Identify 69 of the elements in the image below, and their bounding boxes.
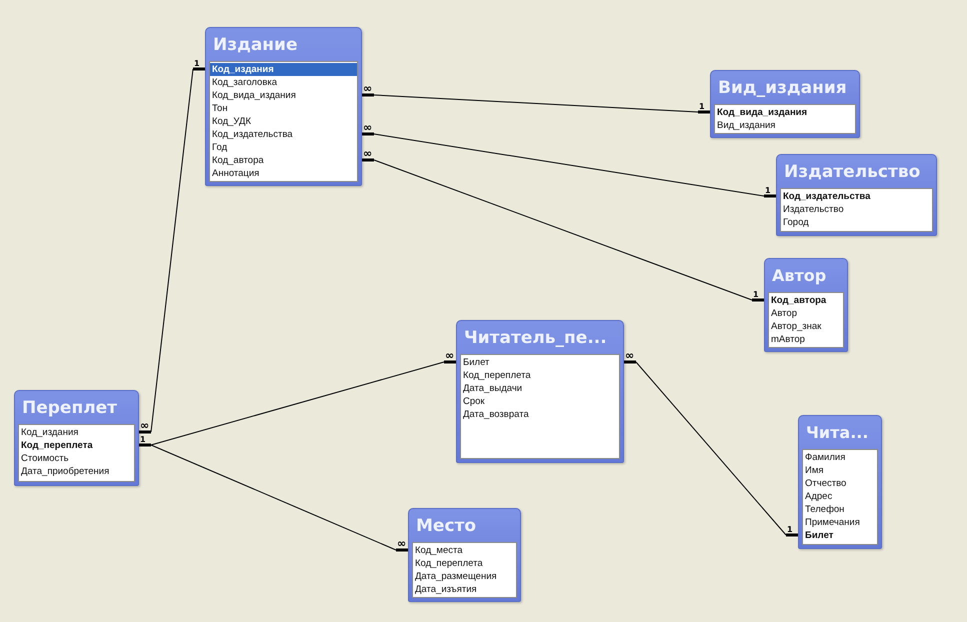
field-item[interactable]: Дата_размещения [413,570,516,583]
field-item[interactable]: Фамилия [803,451,877,464]
table-title: Вид_издания [717,76,848,100]
field-item[interactable]: Телефон [803,503,877,516]
table-window[interactable]: Место Код_места Код_переплета Дата_размещения Дата_изъятия [408,508,521,602]
table-title: Читатель_пе... [463,326,608,350]
field-item[interactable]: Автор_знак [769,320,843,333]
cardinality-label: 1 [787,525,793,534]
field-item[interactable]: Билет [803,529,877,542]
field-item[interactable]: Код_издания [210,63,357,76]
field-item[interactable]: Код_вида_издания [210,89,357,102]
cardinality-label: ∞ [625,349,634,362]
table-title: Место [415,514,478,538]
field-item[interactable]: Код_автора [210,154,357,167]
cardinality-label: 1 [699,102,705,111]
cardinality-label: ∞ [363,82,372,95]
field-item[interactable]: Тон [210,102,357,115]
field-item[interactable]: Дата_приобретения [19,465,134,478]
field-item[interactable]: Билет [461,356,619,369]
field-item[interactable]: Автор [769,307,843,320]
field-item[interactable]: Имя [803,464,877,477]
cardinality-label: 1 [140,435,146,444]
cardinality-label: ∞ [397,537,406,550]
field-item[interactable]: Код_места [413,544,516,557]
table-window[interactable]: Издательство Код_издательства Издательство Город [776,154,937,236]
cardinality-label: 1 [753,290,759,299]
table-window[interactable]: Вид_издания Код_вида_издания Вид_издания [710,70,860,138]
field-item[interactable]: Код_автора [769,294,843,307]
field-item[interactable]: Адрес [803,490,877,503]
field-item[interactable]: Вид_издания [715,119,855,132]
field-item[interactable]: Код_заголовка [210,76,357,89]
field-item[interactable]: Дата_возврата [461,408,619,421]
cardinality-label: 1 [194,59,200,68]
relationship-line[interactable] [362,132,776,198]
field-item[interactable]: Срок [461,395,619,408]
field-item[interactable]: Код_переплета [413,557,516,570]
table-title: Издание [212,34,298,56]
field-item[interactable]: Код_издания [19,426,134,439]
table-title: Чита... [805,422,870,444]
field-item[interactable]: Код_вида_издания [715,106,855,119]
table-window[interactable]: Переплет Код_издания Код_переплета Стоимость Дата_приобретения [14,390,139,486]
field-item[interactable]: Код_переплета [461,369,619,382]
field-item[interactable]: Примечания [803,516,877,529]
table-window[interactable]: Читатель_пе... Билет Код_переплета Дата_выдачи Срок Дата_возврата [456,320,624,463]
field-item[interactable]: Код_переплета [19,439,134,452]
table-title: Издательство [783,160,922,184]
table-title: Переплет [21,396,118,420]
field-item[interactable]: Код_издательства [210,128,357,141]
cardinality-label: ∞ [363,147,372,160]
field-item[interactable]: Стоимость [19,452,134,465]
cardinality-label: 1 [765,186,771,195]
table-window[interactable]: Автор Код_автора Автор Автор_знак mАвтор [764,258,848,352]
field-item[interactable]: Год [210,141,357,154]
relationship-line[interactable] [362,94,710,114]
field-item[interactable]: Отчество [803,477,877,490]
field-item[interactable]: Дата_выдачи [461,382,619,395]
field-item[interactable]: Издательство [781,203,932,216]
field-item[interactable]: mАвтор [769,333,843,346]
field-item[interactable]: Дата_изъятия [413,583,516,596]
table-title: Автор [771,265,828,287]
field-item[interactable]: Код_УДК [210,115,357,128]
cardinality-label: ∞ [140,419,150,432]
cardinality-label: ∞ [445,349,454,362]
table-window[interactable]: Издание Код_издания Код_заголовка Код_вида_издания Тон Код_УДК Код_издательства Год Код_автора Аннотация [205,27,362,186]
field-item[interactable]: Город [781,216,932,229]
table-window[interactable]: Чита... Фамилия Имя Отчество Адрес Телефон Примечания Билет [798,415,882,549]
field-item[interactable]: Код_издательства [781,190,932,203]
field-item[interactable]: Аннотация [210,167,357,180]
cardinality-label: ∞ [363,121,372,134]
